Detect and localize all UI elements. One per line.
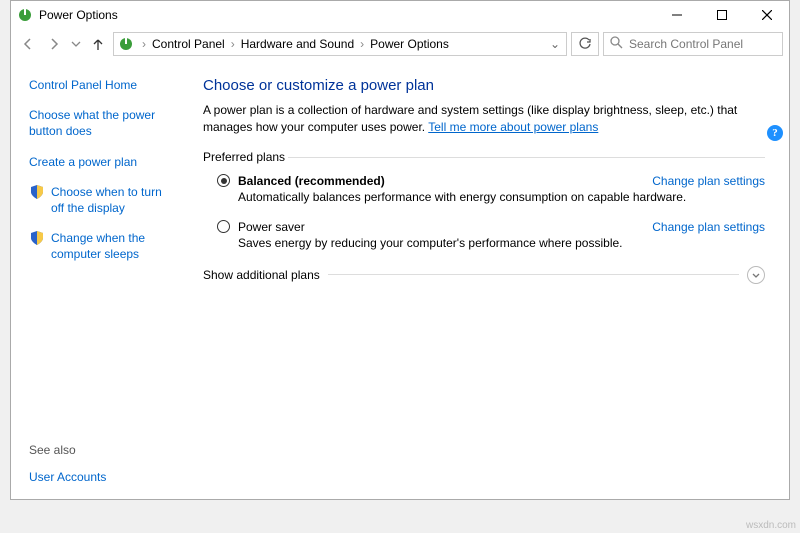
back-button[interactable]	[17, 33, 39, 55]
refresh-button[interactable]	[571, 32, 599, 56]
plan-description: Automatically balances performance with …	[217, 190, 765, 204]
up-button[interactable]	[87, 33, 109, 55]
sidebar-item[interactable]: Change when the computer sleeps	[29, 230, 175, 262]
recent-locations-button[interactable]	[69, 33, 83, 55]
power-options-icon	[118, 36, 134, 52]
forward-button[interactable]	[43, 33, 65, 55]
window-title: Power Options	[39, 8, 118, 22]
power-plan-balanced: Balanced (recommended) Change plan setti…	[203, 174, 765, 204]
show-additional-plans[interactable]: Show additional plans	[203, 266, 765, 284]
help-icon[interactable]: ?	[767, 125, 783, 141]
window: Power Options › Control P	[10, 0, 790, 500]
chevron-right-icon: ›	[227, 37, 239, 51]
close-button[interactable]	[744, 1, 789, 29]
main-content: Choose or customize a power plan A power…	[191, 59, 789, 499]
show-more-label: Show additional plans	[203, 268, 320, 282]
power-plan-power-saver: Power saver Change plan settings Saves e…	[203, 220, 765, 250]
page-heading: Choose or customize a power plan	[203, 77, 765, 94]
navigation-bar: › Control Panel › Hardware and Sound › P…	[11, 29, 789, 59]
see-also-link[interactable]: User Accounts	[29, 470, 106, 484]
breadcrumb-item[interactable]: Hardware and Sound	[239, 37, 356, 51]
maximize-button[interactable]	[699, 1, 744, 29]
search-input[interactable]: Search Control Panel	[603, 32, 783, 56]
control-panel-home-link[interactable]: Control Panel Home	[29, 77, 175, 93]
address-history-dropdown[interactable]: ⌄	[544, 37, 566, 51]
titlebar: Power Options	[11, 1, 789, 29]
breadcrumb-item[interactable]: Control Panel	[150, 37, 227, 51]
plan-description: Saves energy by reducing your computer's…	[217, 236, 765, 250]
address-bar[interactable]: › Control Panel › Hardware and Sound › P…	[113, 32, 567, 56]
page-description: A power plan is a collection of hardware…	[203, 102, 765, 136]
sidebar-link[interactable]: Create a power plan	[29, 154, 175, 170]
shield-icon	[29, 184, 45, 200]
shield-icon	[29, 230, 45, 246]
minimize-button[interactable]	[654, 1, 699, 29]
change-plan-settings-link[interactable]: Change plan settings	[652, 220, 765, 234]
chevron-right-icon: ›	[138, 37, 150, 51]
search-icon	[610, 36, 623, 52]
chevron-right-icon: ›	[356, 37, 368, 51]
learn-more-link[interactable]: Tell me more about power plans	[428, 120, 598, 134]
breadcrumb-item[interactable]: Power Options	[368, 37, 451, 51]
see-also-heading: See also	[29, 443, 175, 457]
plan-name[interactable]: Power saver	[238, 220, 305, 234]
sidebar-link-label: Change when the computer sleeps	[51, 230, 175, 262]
power-options-icon	[17, 7, 33, 23]
preferred-plans-label: Preferred plans	[203, 150, 765, 164]
divider	[328, 274, 739, 275]
sidebar-link-label: Choose when to turn off the display	[51, 184, 175, 216]
sidebar-link[interactable]: Choose what the power button does	[29, 107, 175, 139]
content-body: Control Panel Home Choose what the power…	[11, 59, 789, 499]
change-plan-settings-link[interactable]: Change plan settings	[652, 174, 765, 188]
watermark: wsxdn.com	[746, 520, 796, 531]
radio-selected-icon[interactable]	[217, 174, 230, 187]
plan-name[interactable]: Balanced (recommended)	[238, 174, 385, 188]
radio-unselected-icon[interactable]	[217, 220, 230, 233]
chevron-down-icon[interactable]	[747, 266, 765, 284]
sidebar-item[interactable]: Choose when to turn off the display	[29, 184, 175, 216]
search-placeholder: Search Control Panel	[629, 37, 743, 51]
sidebar: Control Panel Home Choose what the power…	[11, 59, 191, 499]
